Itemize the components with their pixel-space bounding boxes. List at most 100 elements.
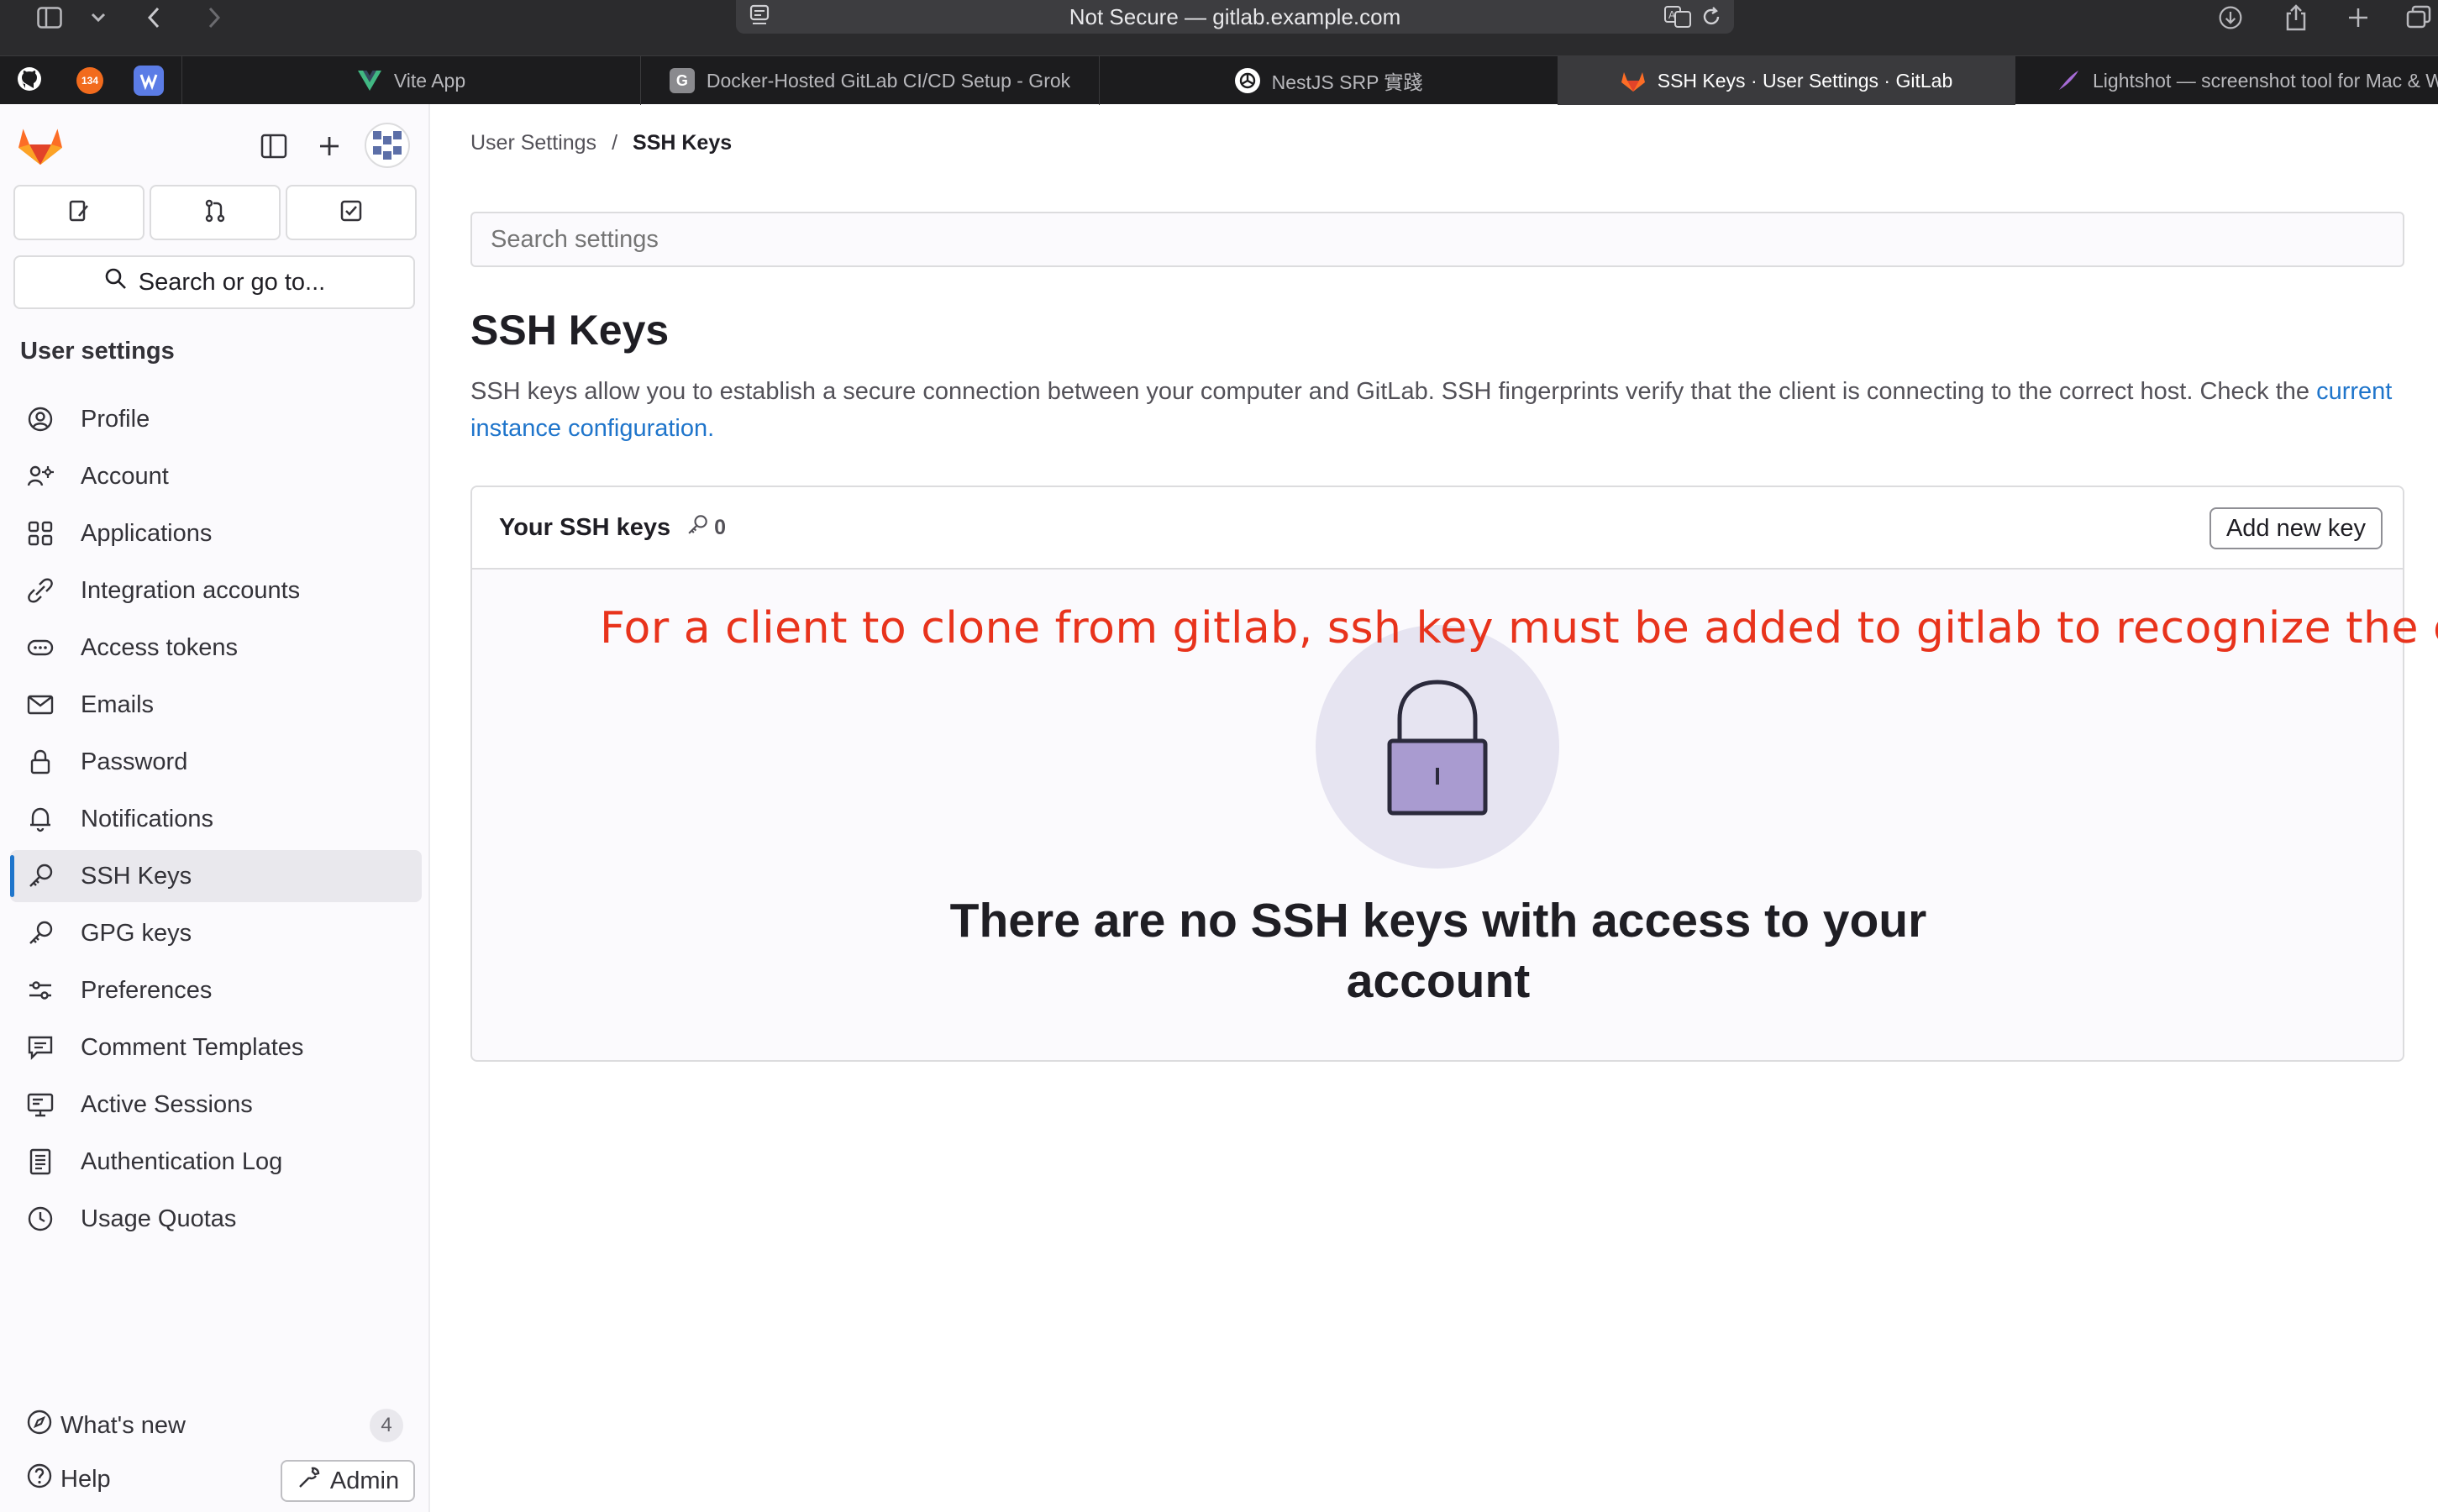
reload-icon[interactable] bbox=[1700, 5, 1722, 34]
add-new-key-button[interactable]: Add new key bbox=[2209, 507, 2383, 549]
grok-icon: G bbox=[669, 68, 695, 93]
sidebar-item-label: Account bbox=[81, 462, 169, 490]
help-label: Help bbox=[60, 1465, 111, 1493]
todo-list-button[interactable] bbox=[286, 185, 417, 240]
quota-icon bbox=[24, 1202, 57, 1236]
breadcrumb-separator: / bbox=[612, 131, 618, 155]
page-description: SSH keys allow you to establish a secure… bbox=[470, 373, 2403, 447]
sidebar-item-authentication-log[interactable]: Authentication Log bbox=[10, 1136, 422, 1188]
search-or-go-to-button[interactable]: Search or go to... bbox=[13, 255, 415, 309]
token-icon bbox=[24, 631, 57, 664]
address-bar[interactable]: Not Secure — gitlab.example.com A bbox=[736, 0, 1734, 34]
gitlab-icon bbox=[1621, 68, 1646, 93]
wrench-icon bbox=[297, 1465, 322, 1497]
sidebar-item-usage-quotas[interactable]: Usage Quotas bbox=[10, 1193, 422, 1245]
tab-grok[interactable]: G Docker-Hosted GitLab CI/CD Setup - Gro… bbox=[640, 56, 1099, 105]
new-tab-icon[interactable] bbox=[2346, 5, 2371, 30]
sidebar-item-account[interactable]: Account bbox=[10, 450, 422, 502]
admin-label: Admin bbox=[329, 1467, 400, 1494]
sidebar-item-label: Active Sessions bbox=[81, 1090, 253, 1118]
tab-overview-icon[interactable] bbox=[2406, 5, 2431, 30]
pinned-tab-github[interactable] bbox=[13, 65, 45, 97]
key-icon bbox=[24, 859, 57, 893]
address-text: Not Secure — gitlab.example.com bbox=[1069, 3, 1401, 29]
sidebar: Search or go to... User settings Profile… bbox=[0, 104, 430, 1512]
issues-icon bbox=[66, 197, 92, 228]
todo-icon bbox=[338, 197, 365, 228]
sidebar-item-label: Profile bbox=[81, 405, 150, 433]
monitor-icon bbox=[24, 1088, 57, 1121]
assigned-issues-button[interactable] bbox=[13, 185, 144, 240]
sidebar-item-gpg-keys[interactable]: GPG keys bbox=[10, 907, 422, 959]
sidebar-item-label: GPG keys bbox=[81, 919, 192, 947]
vue-icon bbox=[357, 68, 382, 93]
sidebar-item-access-tokens[interactable]: Access tokens bbox=[10, 622, 422, 674]
page-title: SSH Keys bbox=[470, 307, 670, 354]
sidebar-item-comment-templates[interactable]: Comment Templates bbox=[10, 1021, 422, 1074]
whats-new-count-badge: 4 bbox=[370, 1409, 403, 1442]
download-icon[interactable] bbox=[2218, 5, 2243, 30]
merge-requests-button[interactable] bbox=[150, 185, 281, 240]
chevron-down-icon[interactable] bbox=[86, 5, 111, 30]
sidebar-item-label: Applications bbox=[81, 519, 213, 547]
whats-new-label: What's new bbox=[60, 1411, 186, 1439]
sidebar-item-integration-accounts[interactable]: Integration accounts bbox=[10, 564, 422, 617]
breadcrumb-ssh-keys[interactable]: SSH Keys bbox=[633, 131, 732, 155]
sidebar-item-label: Authentication Log bbox=[81, 1147, 283, 1175]
log-icon bbox=[24, 1145, 57, 1179]
share-icon[interactable] bbox=[2283, 4, 2309, 31]
sidebar-item-password[interactable]: Password bbox=[10, 736, 422, 788]
github-icon bbox=[16, 66, 43, 97]
sidebar-item-profile[interactable]: Profile bbox=[10, 393, 422, 445]
applications-icon bbox=[24, 517, 57, 550]
sidebar-item-label: Usage Quotas bbox=[81, 1205, 237, 1232]
tab-ssh-keys[interactable]: SSH Keys · User Settings · GitLab bbox=[1558, 56, 2015, 105]
admin-button[interactable]: Admin bbox=[281, 1460, 415, 1502]
avatar[interactable] bbox=[365, 123, 410, 168]
search-label: Search or go to... bbox=[138, 268, 326, 296]
help-button[interactable]: Help bbox=[25, 1458, 111, 1500]
gitlab-logo-icon[interactable] bbox=[17, 123, 64, 171]
reader-icon[interactable] bbox=[748, 3, 771, 33]
sidebar-item-label: Comment Templates bbox=[81, 1033, 304, 1061]
sidebar-item-active-sessions[interactable]: Active Sessions bbox=[10, 1079, 422, 1131]
pinned-tab-orange[interactable]: 134 bbox=[74, 65, 106, 97]
tab-nestjs[interactable]: NestJS SRP 實踐 bbox=[1099, 56, 1558, 105]
account-icon bbox=[24, 459, 57, 493]
blue-pin-icon bbox=[134, 66, 164, 96]
openai-icon bbox=[1234, 68, 1260, 93]
sidebar-item-emails[interactable]: Emails bbox=[10, 679, 422, 731]
tab-lightshot[interactable]: Lightshot — screenshot tool for Mac & W bbox=[2015, 56, 2438, 105]
sidebar-item-preferences[interactable]: Preferences bbox=[10, 964, 422, 1016]
ssh-keys-card-title: Your SSH keys bbox=[499, 513, 671, 541]
pinned-tab-blue[interactable] bbox=[133, 65, 165, 97]
sidebar-item-ssh-keys[interactable]: SSH Keys bbox=[10, 850, 422, 902]
sidebar-item-notifications[interactable]: Notifications bbox=[10, 793, 422, 845]
compass-icon bbox=[25, 1408, 54, 1443]
screenshot-annotation: For a client to clone from gitlab, ssh k… bbox=[600, 603, 2438, 654]
help-icon bbox=[25, 1462, 54, 1497]
sidebar-item-label: SSH Keys bbox=[81, 862, 192, 890]
forward-icon[interactable] bbox=[202, 5, 227, 30]
preferences-icon bbox=[24, 974, 57, 1007]
description-text: SSH keys allow you to establish a secure… bbox=[470, 378, 2310, 405]
tab-label: NestJS SRP 實踐 bbox=[1271, 71, 1423, 93]
sidebar-item-label: Password bbox=[81, 748, 188, 775]
search-settings-input[interactable] bbox=[470, 212, 2404, 267]
whats-new-button[interactable]: What's new 4 bbox=[25, 1404, 403, 1446]
back-icon[interactable] bbox=[141, 5, 166, 30]
translate-icon[interactable]: A bbox=[1663, 5, 1692, 34]
tab-label: Lightshot — screenshot tool for Mac & W bbox=[2093, 69, 2438, 92]
breadcrumb-user-settings[interactable]: User Settings bbox=[470, 131, 596, 155]
create-new-icon[interactable] bbox=[313, 129, 346, 167]
tab-vite-app[interactable]: Vite App bbox=[181, 56, 640, 105]
search-icon bbox=[103, 266, 129, 298]
mail-icon bbox=[24, 688, 57, 722]
sidebar-toggle-icon[interactable] bbox=[37, 5, 62, 30]
orange-pin-icon: 134 bbox=[76, 67, 103, 94]
comment-icon bbox=[24, 1031, 57, 1064]
sidebar-collapse-icon[interactable] bbox=[257, 129, 291, 167]
sidebar-item-applications[interactable]: Applications bbox=[10, 507, 422, 559]
tab-label: SSH Keys · User Settings · GitLab bbox=[1657, 69, 1953, 92]
browser-toolbar: Not Secure — gitlab.example.com A bbox=[0, 0, 2438, 55]
